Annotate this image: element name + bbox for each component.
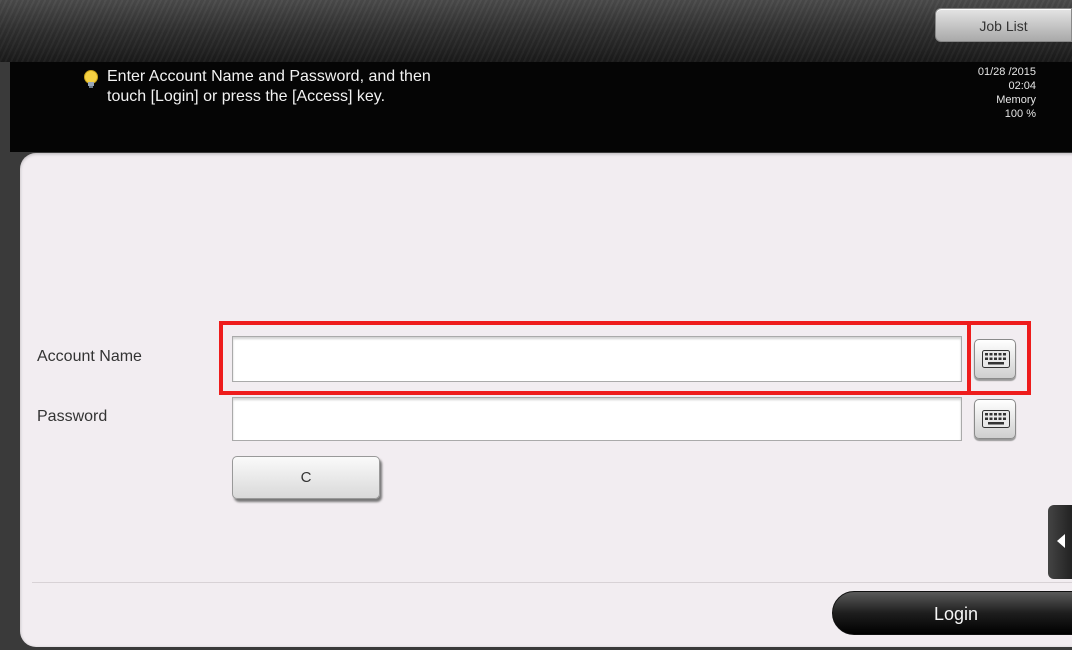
- status-block: 01/28 /2015 02:04 Memory 100 %: [978, 65, 1036, 121]
- date-text: 01/28 /2015: [977, 66, 1036, 78]
- clear-button[interactable]: C: [232, 456, 380, 499]
- keyboard-icon: [982, 350, 1010, 368]
- password-label: Password: [37, 408, 108, 425]
- arrow-left-icon: [1057, 534, 1065, 548]
- job-list-button[interactable]: Job List: [935, 8, 1072, 42]
- side-panel-tab[interactable]: [1048, 505, 1072, 579]
- password-keyboard-button[interactable]: [974, 399, 1016, 439]
- lightbulb-icon: [82, 69, 100, 89]
- instruction-message: Enter Account Name and Password, and the…: [107, 68, 431, 105]
- time-text: 02:04: [1008, 80, 1036, 92]
- account-name-label: Account Name: [37, 348, 142, 365]
- password-input[interactable]: [232, 397, 962, 441]
- divider: [32, 582, 1072, 583]
- top-strip: [0, 0, 1072, 62]
- memory-value: 100 %: [1004, 108, 1036, 120]
- keyboard-icon: [982, 410, 1010, 428]
- account-name-keyboard-button[interactable]: [974, 339, 1016, 379]
- login-panel: Account Name Password C Login: [20, 153, 1072, 647]
- message-bar: Enter Account Name and Password, and the…: [10, 62, 1072, 152]
- memory-label: Memory: [996, 94, 1036, 106]
- account-name-input[interactable]: [232, 336, 962, 382]
- login-button[interactable]: Login: [832, 591, 1072, 635]
